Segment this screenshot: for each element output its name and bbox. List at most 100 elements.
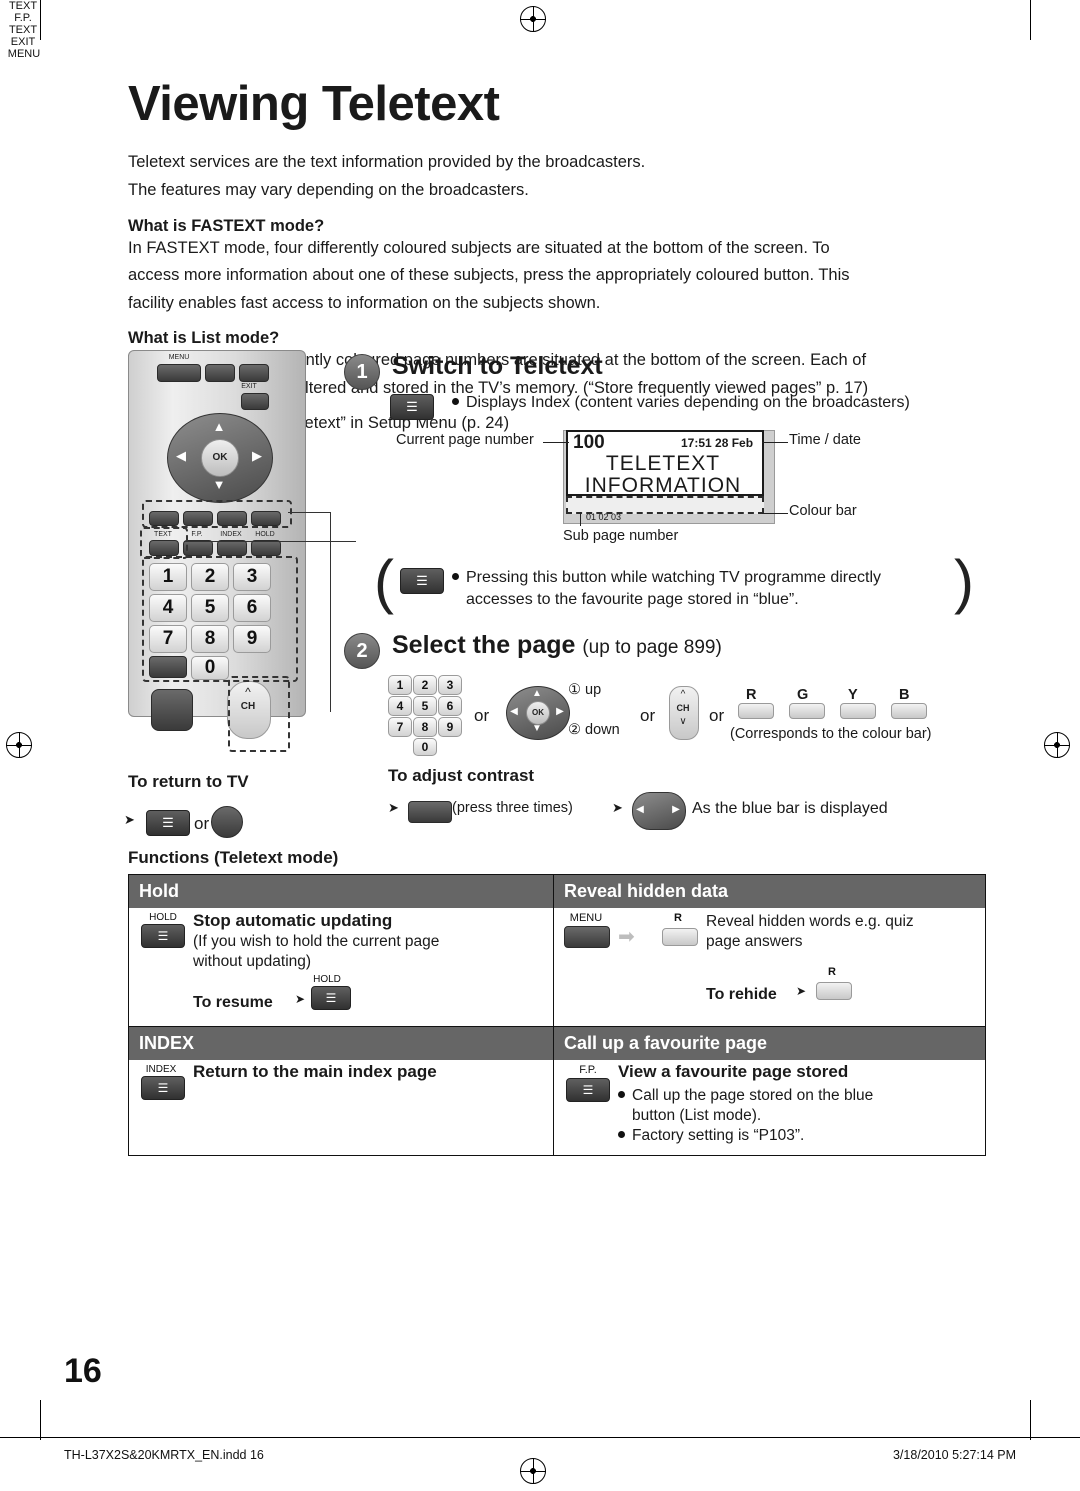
page-number: 16 [64,1352,102,1390]
menu-key-button [408,801,452,823]
step-2-title: Select the page (up to page 899) [392,631,722,660]
colour-key-r-label: R [746,687,757,703]
remote-dpad-left-icon: ◀ [176,448,186,463]
down-label: down [585,722,620,738]
rehide-arrow-icon: ➤ [796,984,807,998]
colour-key-g [789,703,825,719]
remote-dpad-up-icon: ▲ [212,419,226,434]
fastext-line-3: facility enables fast access to informat… [128,293,601,312]
contrast-arrow-icon-1: ➤ [388,800,399,815]
fastext-line-2: access more information about one of the… [128,266,850,285]
remote-menu-label: MENU [168,354,190,361]
fp-note-line-2: accesses to the favourite page stored in… [466,591,799,608]
favourite-bold-text: View a favourite page stored [618,1062,849,1081]
registration-ring-right [1044,732,1070,758]
step-2-up-row: ① up [568,682,601,698]
remote-key-a [205,364,235,382]
remote-dpad-down-icon: ▼ [212,477,226,492]
step-1-number: 1 [344,354,380,390]
mini-dpad-down-icon: ▼ [532,723,542,734]
teletext-screen-line-1: TELETEXT [605,452,721,475]
sub-page-number-label: Sub page number [563,528,679,544]
fastext-line-1: In FASTEXT mode, four differently colour… [128,238,830,257]
text-key-button-2: ☰ [146,810,190,836]
bullet-dot-icon [452,398,459,405]
reveal-menu-key-caption: MENU [569,912,603,924]
fastext-heading: What is FASTEXT mode? [128,216,325,235]
footer-timestamp: 3/18/2010 5:27:14 PM [892,1448,1016,1462]
hold-key-caption: HOLD [149,912,177,923]
remote-row-label-hold: HOLD [255,531,275,538]
favourite-bullet-2-text: Factory setting is “P103”. [632,1127,805,1145]
rehide-label: To rehide [706,986,777,1003]
remote-hold-key [251,540,281,556]
reveal-menu-key-button [564,926,610,948]
mini-dpad-up-icon: ▲ [532,688,542,699]
colour-key-b [891,703,927,719]
ch-rocker-down-icon: ∨ [679,716,687,727]
contrast-arrow-icon-2: ➤ [612,800,623,815]
reveal-line-1: Reveal hidden words e.g. quiz [706,913,914,930]
index-section-header: INDEX [129,1027,553,1060]
index-key-caption: INDEX [145,1064,177,1075]
arrow-right-icon: ➡ [618,926,635,948]
colour-bar-label: Colour bar [789,503,857,519]
return-to-tv-or: or [194,814,210,833]
hold-bold-text: Stop automatic updating [193,911,393,930]
mini-num-6: 6 [438,696,462,716]
return-to-tv-heading: To return to TV [128,772,249,791]
mini-num-7: 7 [388,717,412,737]
remote-exit-key [241,393,269,410]
crop-mark-top-left [40,0,41,40]
leader-time-date [762,442,788,443]
hold-resume-label: To resume [193,994,273,1011]
hold-resume-arrow-icon: ➤ [295,992,306,1006]
remote-highlight-numpad [142,556,298,682]
mini-num-4: 4 [388,696,412,716]
mini-num-0: 0 [413,738,437,756]
mini-dpad-left-icon: ◀ [510,706,518,717]
return-arrow-icon: ➤ [124,812,135,827]
colour-key-r [738,703,774,719]
hold-line-2: without updating) [193,953,312,971]
reveal-line-2: page answers [706,933,803,951]
teletext-screen-line-2: INFORMATION [584,474,742,497]
leader-line-vertical [330,512,331,712]
bullet-dot-icon [618,1131,625,1139]
index-bold-text: Return to the main index page [193,1062,437,1081]
listmode-heading: What is List mode? [128,329,280,348]
remote-exit-label: EXIT [241,383,257,390]
crop-mark-top-right [1030,0,1031,40]
crop-mark-bottom-left [40,1400,41,1440]
colour-key-y [840,703,876,719]
footer-filename: TH-L37X2S&20KMRTX_EN.indd 16 [64,1448,264,1462]
leader-line-colour-row [288,512,330,513]
menu-key-caption: MENU [7,48,41,60]
remote-key-b [239,364,269,382]
leader-colour-bar [762,513,788,514]
colour-key-y-label: Y [848,687,858,703]
current-page-number-label: Current page number [396,432,534,448]
registration-ring-bottom [520,1458,546,1484]
favourite-key-button: ☰ [566,1078,610,1102]
current-page-number-value: 100 [573,432,605,453]
mini-num-9: 9 [438,717,462,737]
reveal-section-header: Reveal hidden data [554,875,985,908]
intro-line-2: The features may vary depending on the b… [128,180,529,199]
down-marker: ② [568,722,581,738]
remote-dpad-right-icon: ▶ [252,448,262,463]
remote-row-label-index: INDEX [220,531,242,538]
up-marker: ① [568,682,581,698]
leader-current-page [543,442,569,443]
remote-highlight-text-key [140,527,188,559]
fp-key-button: ☰ [400,568,444,594]
favourite-bullet-1-line-2: button (List mode). [632,1107,762,1125]
text-key-button: ☰ [390,394,434,420]
step-2-or-1: or [474,706,490,725]
colour-bar-correspondence-note: (Corresponds to the colour bar) [730,726,932,742]
note-brace-right: ) [954,548,974,615]
document-page: Viewing Teletext Teletext services are t… [0,0,1080,1491]
hold-section-header: Hold [129,875,553,908]
rehide-key-caption: R [828,966,836,978]
sub-page-number-values: 01 02 03 [586,512,622,522]
